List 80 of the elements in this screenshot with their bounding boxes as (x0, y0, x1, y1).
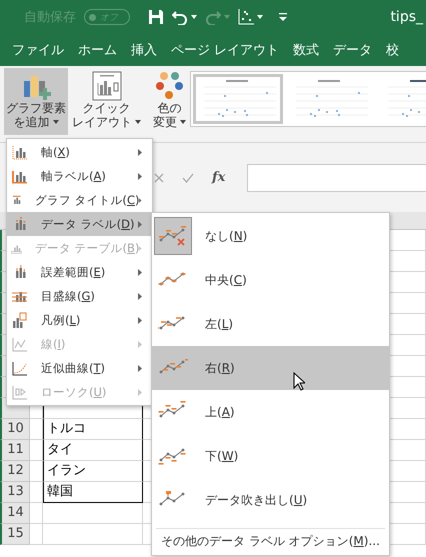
menu-item[interactable]: 軸ラベル(A) (7, 164, 152, 188)
cancel-icon[interactable] (154, 172, 164, 182)
table-cell: トルコ (43, 419, 143, 440)
ribbon-button[interactable]: クイック レイアウト (70, 68, 143, 135)
row-number: 12 (0, 461, 30, 482)
menu-item[interactable]: 軸(X) (7, 140, 152, 164)
lines-icon (11, 336, 28, 352)
insert-function-button[interactable]: fx (212, 170, 226, 185)
menu-item[interactable]: グラフ タイトル(C) (7, 188, 152, 212)
menu-item[interactable]: 近似曲線(T) (7, 356, 152, 380)
submenu-arrow-icon (138, 292, 142, 300)
redo-icon[interactable] (205, 9, 221, 25)
ribbon-button[interactable]: 色の 変更 (151, 68, 188, 135)
submenu-arrow-icon (138, 268, 142, 276)
quick-layout-icon (92, 71, 122, 101)
row-number: 13 (0, 482, 30, 503)
table-cell: 韓国 (43, 482, 143, 503)
scatter-chart-icon[interactable] (238, 9, 254, 25)
more-options-item[interactable]: その他のデータ ラベル オプション(M)... (152, 529, 389, 553)
caret-icon (257, 15, 263, 19)
submenu-arrow-icon (138, 316, 142, 324)
trendline-icon (11, 360, 28, 376)
line-chart-icon (158, 224, 188, 248)
up-down-bars-icon (11, 384, 28, 400)
window-title: tips_ (390, 9, 423, 25)
ribbon-tab[interactable]: ファイル (12, 41, 64, 59)
chart-axes-icon (11, 144, 28, 160)
ribbon-tab[interactable]: データ (333, 41, 372, 59)
sheet-cell (30, 482, 43, 503)
check-icon[interactable] (182, 172, 194, 182)
ribbon-tab[interactable]: ページ レイアウト (171, 41, 280, 59)
row-number: 10 (0, 419, 30, 440)
menu-item[interactable]: 誤差範囲(E) (7, 260, 152, 284)
sheet-cell (30, 440, 43, 461)
ribbon-button[interactable]: グラフ要素 を追加 (4, 68, 68, 135)
menu-item[interactable]: 凡例(L) (7, 308, 152, 332)
caret-icon (52, 120, 58, 124)
autosave-label: 自動保存 (24, 9, 76, 26)
customize-toolbar-icon[interactable] (279, 13, 287, 21)
sheet-cell (30, 419, 43, 440)
menu-item[interactable]: 左(L) (152, 302, 389, 346)
menu-item[interactable]: 右(R) (152, 346, 389, 390)
menu-item[interactable]: なし(N) (152, 214, 389, 258)
menu-item[interactable]: 中央(C) (152, 258, 389, 302)
menu-item[interactable]: 下(W) (152, 434, 389, 478)
menu-item[interactable]: データ ラベル(D) (7, 212, 152, 236)
submenu-arrow-icon (138, 148, 142, 156)
ribbon-tab[interactable]: ホーム (78, 41, 117, 59)
caret-icon (191, 15, 197, 19)
submenu-arrow-icon (138, 220, 142, 228)
row-number: 15 (0, 524, 30, 545)
submenu-arrow-icon (138, 388, 142, 396)
submenu-arrow-icon (139, 196, 142, 204)
undo-icon[interactable] (172, 9, 188, 25)
menu-item[interactable]: 上(A) (152, 390, 389, 434)
submenu-arrow-icon (138, 364, 142, 372)
save-icon[interactable] (148, 9, 164, 25)
chart-style-preview[interactable] (193, 74, 283, 124)
ribbon-tab[interactable]: 挿入 (131, 41, 157, 59)
menu-item[interactable]: データ吹き出し(U) (152, 478, 389, 522)
table-cell: タイ (43, 440, 143, 461)
row-number: 14 (0, 503, 30, 524)
submenu-arrow-icon (138, 172, 142, 180)
ribbon-tab[interactable]: 校 (386, 41, 400, 59)
mouse-pointer-icon (293, 372, 305, 391)
color-palette-icon (154, 71, 184, 101)
sheet-cell (30, 524, 43, 545)
sheet-cell (30, 503, 43, 524)
caret-icon (224, 15, 230, 19)
table-cell: イラン (43, 461, 143, 482)
submenu-arrow-icon (139, 244, 142, 252)
caret-icon (135, 120, 141, 124)
row-number: 11 (0, 440, 30, 461)
menu-item[interactable]: 目盛線(G) (7, 284, 152, 308)
sheet-cell (30, 461, 43, 482)
formula-field[interactable] (247, 164, 426, 192)
caret-icon (180, 120, 186, 124)
ribbon-tab[interactable]: 数式 (293, 41, 320, 59)
submenu-arrow-icon (138, 340, 142, 348)
legend-icon (11, 312, 28, 328)
